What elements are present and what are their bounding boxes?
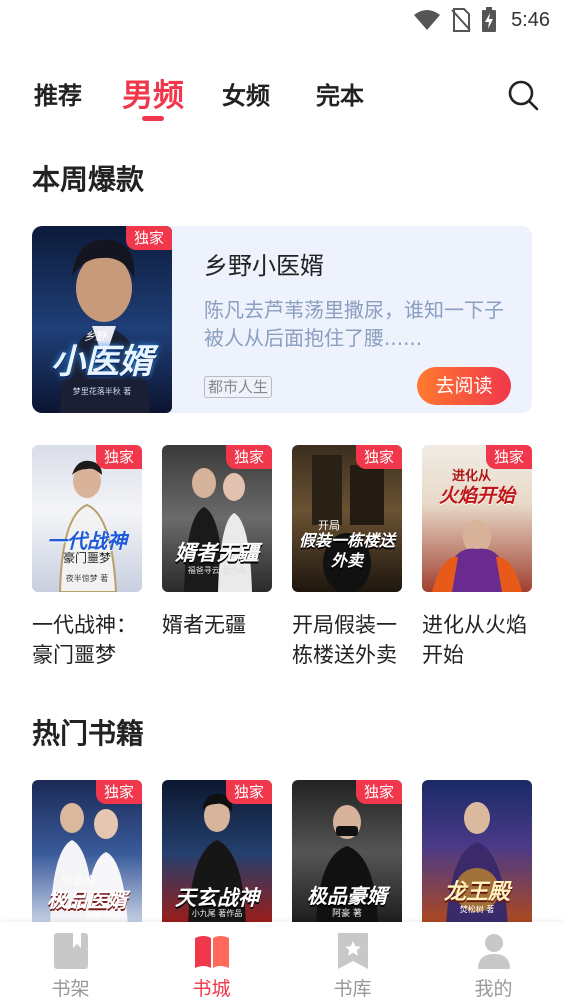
cover-title: 极品豪婿 bbox=[307, 884, 387, 908]
nav-label: 我的 bbox=[474, 978, 513, 1000]
cover-author: 焚松树 著 bbox=[459, 905, 495, 914]
nav-library[interactable]: 书库 bbox=[282, 922, 423, 1002]
status-icons: 5:46 bbox=[413, 6, 550, 34]
cover-author: 夜半惊梦 著 bbox=[65, 574, 109, 583]
book-title[interactable]: 进化从火焰开始 bbox=[422, 610, 542, 670]
book-cover[interactable]: 进化从 火焰开始 独家 bbox=[422, 445, 532, 592]
status-bar: 5:46 bbox=[0, 0, 564, 40]
no-sim-icon bbox=[451, 8, 471, 32]
battery-charging-icon bbox=[482, 7, 497, 32]
user-profile-icon bbox=[478, 934, 510, 969]
open-book-icon bbox=[195, 936, 229, 968]
bookshelf-icon bbox=[54, 933, 88, 969]
tab-recommend[interactable]: 推荐 bbox=[34, 76, 82, 111]
book-cover[interactable]: 婿者无疆 福爸寻云 著作品 独家 bbox=[162, 445, 272, 592]
tab-completed[interactable]: 完本 bbox=[316, 76, 364, 111]
cover-author: 阿豪 著 bbox=[332, 909, 362, 919]
cover-title: 极品医婿 bbox=[47, 888, 127, 912]
tab-male[interactable]: 男频 bbox=[122, 70, 184, 115]
clock-text: 5:46 bbox=[511, 8, 550, 31]
exclusive-badge: 独家 bbox=[486, 445, 532, 469]
bottom-navigation: 书架 书城 书库 我的 bbox=[0, 922, 564, 1002]
book-cover[interactable]: 师姐的 极品医婿 东武 作品 独家 bbox=[32, 780, 142, 927]
nav-bookshelf[interactable]: 书架 bbox=[0, 922, 141, 1002]
featured-cover-subtitle: 乡野 bbox=[84, 330, 106, 343]
featured-book-title: 乡野小医婿 bbox=[204, 252, 324, 280]
featured-book-card[interactable]: 小医婿 乡野 梦里花落半秋 著 独家 乡野小医婿 陈凡去芦苇荡里撒尿，谁知一下子… bbox=[32, 226, 532, 413]
nav-label: 书架 bbox=[51, 978, 90, 1000]
search-icon[interactable] bbox=[506, 78, 540, 112]
library-star-icon bbox=[338, 933, 368, 969]
book-title[interactable]: 开局假装一栋楼送外卖 bbox=[292, 610, 412, 670]
cover-author: 小九尾 著作品 bbox=[191, 909, 243, 918]
section-title-hot: 热门书籍 bbox=[32, 717, 145, 750]
cover-title: 婿者无疆 bbox=[175, 541, 259, 565]
active-tab-indicator bbox=[142, 116, 164, 121]
exclusive-badge: 独家 bbox=[226, 780, 272, 804]
exclusive-badge: 独家 bbox=[226, 445, 272, 469]
tab-female[interactable]: 女频 bbox=[222, 76, 270, 111]
featured-book-cover[interactable]: 小医婿 乡野 梦里花落半秋 著 独家 bbox=[32, 226, 172, 413]
book-cover[interactable]: 极品豪婿 阿豪 著 独家 bbox=[292, 780, 402, 927]
nav-bookstore[interactable]: 书城 bbox=[141, 922, 282, 1002]
cover-figure-art bbox=[60, 239, 150, 413]
book-cover[interactable]: 开局 假装一栋楼送外卖 独家 bbox=[292, 445, 402, 592]
cover-author: 福爸寻云 著作品 bbox=[187, 566, 247, 575]
wifi-icon bbox=[414, 10, 441, 30]
book-cover[interactable]: 天玄战神 小九尾 著作品 独家 bbox=[162, 780, 272, 927]
book-title[interactable]: 一代战神：豪门噩梦 bbox=[32, 610, 152, 670]
exclusive-badge: 独家 bbox=[96, 445, 142, 469]
featured-book-description: 陈凡去芦苇荡里撒尿，谁知一下子被人从后面抱住了腰...... bbox=[204, 298, 504, 350]
nav-profile[interactable]: 我的 bbox=[423, 922, 564, 1002]
cover-title: 假装一栋楼送外卖 bbox=[298, 531, 395, 570]
exclusive-badge: 独家 bbox=[126, 226, 172, 250]
cover-subtitle: 豪门噩梦 bbox=[62, 551, 111, 565]
exclusive-badge: 独家 bbox=[356, 780, 402, 804]
book-title[interactable]: 婿者无疆 bbox=[162, 610, 282, 640]
exclusive-badge: 独家 bbox=[356, 445, 402, 469]
nav-label: 书城 bbox=[192, 978, 231, 1000]
cover-author: 东武 作品 bbox=[86, 911, 121, 920]
category-tabs: 推荐 男频 女频 完本 bbox=[0, 64, 564, 124]
book-cover[interactable]: 一代战神 豪门噩梦 夜半惊梦 著 独家 bbox=[32, 445, 142, 592]
nav-label: 书库 bbox=[333, 978, 372, 1000]
exclusive-badge: 独家 bbox=[96, 780, 142, 804]
featured-cover-author: 梦里花落半秋 著 bbox=[72, 387, 132, 396]
section-title-weekly: 本周爆款 bbox=[32, 163, 145, 196]
book-cover[interactable]: 龙王殿 焚松树 著 bbox=[422, 780, 532, 927]
go-read-button[interactable]: 去阅读 bbox=[417, 367, 511, 405]
featured-book-tag: 都市人生 bbox=[204, 376, 273, 398]
cover-title: 火焰开始 bbox=[438, 485, 515, 507]
cover-title: 龙王殿 bbox=[443, 880, 510, 905]
